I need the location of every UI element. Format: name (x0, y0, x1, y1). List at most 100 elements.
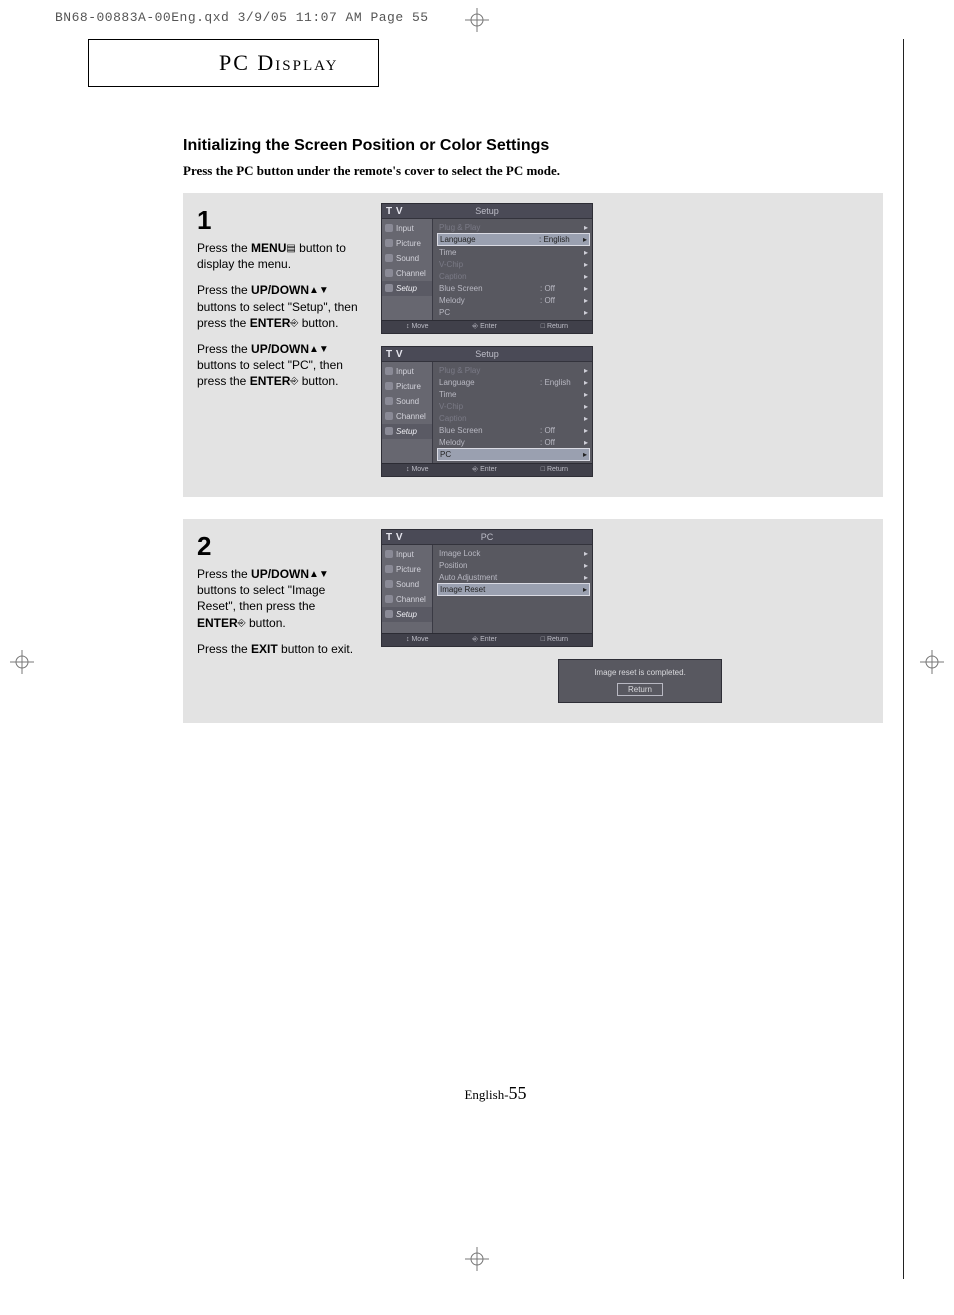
chevron-right-icon: ▸ (579, 585, 587, 594)
osd-tv-label: T V (386, 349, 403, 360)
dialog-message: Image reset is completed. (565, 668, 715, 677)
text-bold: UP/DOWN (251, 342, 309, 356)
chevron-right-icon: ▸ (580, 272, 588, 281)
osd-row-label: Plug & Play (439, 366, 540, 375)
intro-text: Press the PC button under the remote's c… (183, 163, 883, 179)
osd-side-item: Input (382, 221, 432, 236)
enter-icon: ⎆ (473, 636, 479, 643)
osd-row-label: PC (440, 450, 539, 459)
text-bold: EXIT (251, 642, 278, 656)
text-bold: UP/DOWN (251, 567, 309, 581)
osd-row-value: : Off (540, 438, 580, 447)
osd-side-item: Sound (382, 394, 432, 409)
step-1: 1 Press the MENU▤ button to display the … (183, 193, 883, 497)
chevron-right-icon: ▸ (580, 414, 588, 423)
osd-row-value: : Off (540, 296, 580, 305)
osd-footer-move: ↕ Move (406, 466, 429, 474)
osd-row-value: : English (539, 235, 579, 244)
text: button. (246, 616, 286, 630)
crop-mark-icon (10, 650, 34, 674)
return-icon: □ (541, 636, 545, 643)
chevron-right-icon: ▸ (580, 390, 588, 399)
osd-row-label: V-Chip (439, 260, 540, 269)
enter-icon: ⎆ (473, 323, 479, 330)
osd-row-label: Position (439, 561, 580, 570)
osd-side-item: Input (382, 364, 432, 379)
osd-row-label: V-Chip (439, 402, 540, 411)
osd-side-item-selected: Setup (382, 607, 432, 622)
text: Press the (197, 642, 251, 656)
step-number: 1 (197, 203, 367, 238)
osd-row-label: Plug & Play (439, 223, 540, 232)
text: button. (298, 374, 338, 388)
up-down-icon: ↕ (406, 466, 410, 473)
section-title-box: PC Display (88, 39, 379, 87)
crop-mark-icon (465, 8, 489, 32)
osd-row-value: : Off (540, 426, 580, 435)
osd-side-item: Picture (382, 562, 432, 577)
chevron-right-icon: ▸ (580, 260, 588, 269)
osd-dialog: Image reset is completed. Return (558, 659, 722, 703)
up-down-icon: ↕ (406, 636, 410, 643)
osd-screenshot-setup-2: T V Setup Input Picture Sound Channel Se… (381, 346, 593, 477)
chevron-right-icon: ▸ (580, 402, 588, 411)
osd-title: Setup (382, 204, 592, 219)
page-heading: Initializing the Screen Position or Colo… (183, 137, 883, 155)
osd-side-item: Channel (382, 266, 432, 281)
text-bold: ENTER (197, 616, 238, 630)
osd-footer-return: □ Return (541, 466, 568, 474)
chevron-right-icon: ▸ (580, 549, 588, 558)
up-down-icon: ↕ (406, 323, 410, 330)
osd-footer-return: □ Return (541, 323, 568, 331)
osd-row-label: Language (440, 235, 539, 244)
text: Press the (197, 283, 251, 297)
up-down-icon: ▲▼ (309, 285, 329, 296)
chevron-right-icon: ▸ (580, 284, 588, 293)
osd-side-item: Channel (382, 592, 432, 607)
chevron-right-icon: ▸ (579, 450, 587, 459)
osd-row-label: Melody (439, 438, 540, 447)
osd-side-item: Picture (382, 379, 432, 394)
step-number: 2 (197, 529, 367, 564)
osd-row-label: Caption (439, 272, 540, 281)
osd-side-item: Picture (382, 236, 432, 251)
osd-side-item-selected: Setup (382, 424, 432, 439)
osd-tv-label: T V (386, 532, 403, 543)
dialog-return-button: Return (617, 683, 663, 696)
osd-side-item: Channel (382, 409, 432, 424)
chevron-right-icon: ▸ (580, 561, 588, 570)
text-bold: ENTER (250, 374, 291, 388)
chevron-right-icon: ▸ (580, 308, 588, 317)
footer-prefix: English- (464, 1087, 508, 1102)
osd-row-label: Melody (439, 296, 540, 305)
osd-row-label: Auto Adjustment (439, 573, 580, 582)
osd-row-label: Time (439, 248, 540, 257)
text: button. (298, 316, 338, 330)
chevron-right-icon: ▸ (580, 248, 588, 257)
return-icon: □ (541, 466, 545, 473)
osd-footer-return: □ Return (541, 636, 568, 644)
osd-row-label: Blue Screen (439, 426, 540, 435)
chevron-right-icon: ▸ (580, 378, 588, 387)
text-bold: MENU (251, 241, 286, 255)
osd-row-label: Caption (439, 414, 540, 423)
enter-icon: ⎆ (473, 466, 479, 473)
text: buttons to select "Image Reset", then pr… (197, 583, 325, 613)
page-footer: English-55 (88, 1083, 903, 1104)
osd-footer-move: ↕ Move (406, 323, 429, 331)
osd-tv-label: T V (386, 206, 403, 217)
osd-side-item: Sound (382, 577, 432, 592)
text: Press the (197, 342, 251, 356)
crop-mark-icon (465, 1247, 489, 1271)
text: Press the (197, 241, 251, 255)
step-2: 2 Press the UP/DOWN▲▼ buttons to select … (183, 519, 883, 723)
text-bold: UP/DOWN (251, 283, 309, 297)
osd-footer-enter: ⎆ Enter (473, 323, 497, 331)
enter-icon: ⎆ (238, 618, 246, 629)
osd-row-label: PC (439, 308, 540, 317)
chevron-right-icon: ▸ (580, 573, 588, 582)
chevron-right-icon: ▸ (580, 366, 588, 375)
osd-row-label: Image Reset (440, 585, 579, 594)
chevron-right-icon: ▸ (579, 235, 587, 244)
osd-footer-move: ↕ Move (406, 636, 429, 644)
